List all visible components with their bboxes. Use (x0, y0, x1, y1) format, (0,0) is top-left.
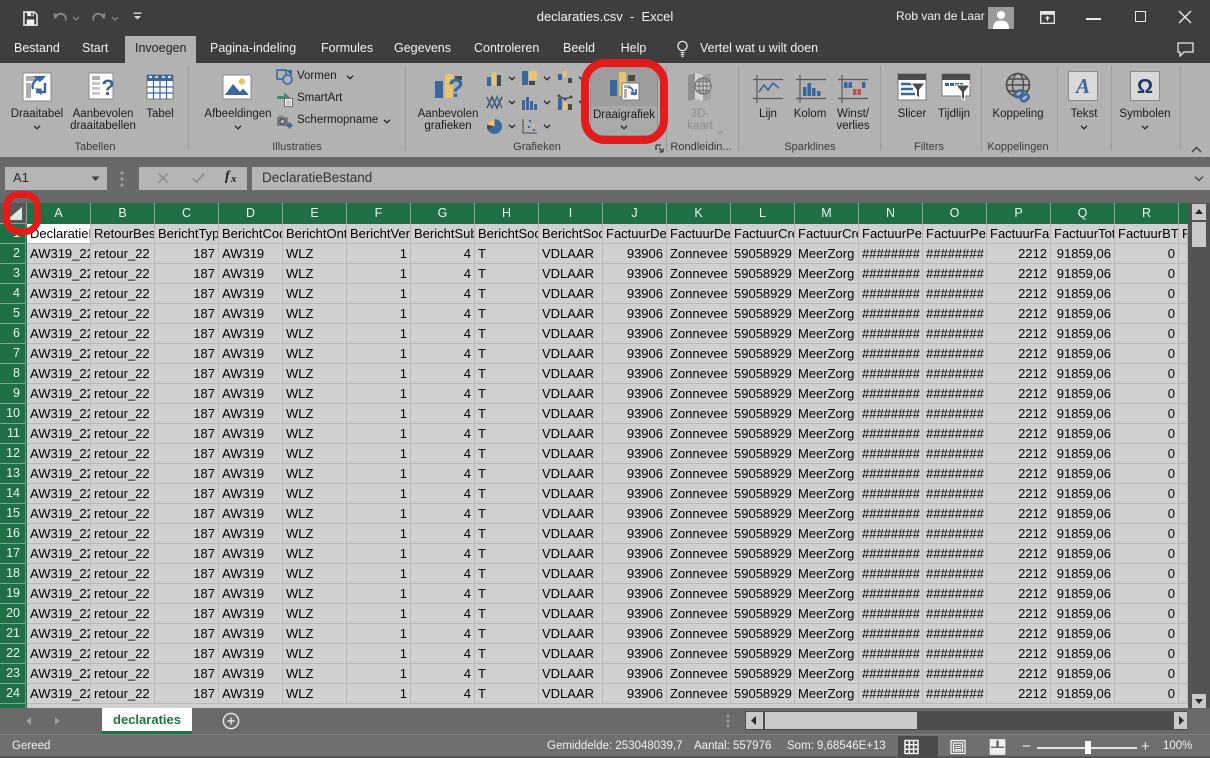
svg-text:A: A (1074, 74, 1090, 98)
svg-text:Ω: Ω (1137, 76, 1153, 98)
svg-text:?: ? (448, 73, 464, 103)
svg-text:?: ? (101, 75, 114, 100)
